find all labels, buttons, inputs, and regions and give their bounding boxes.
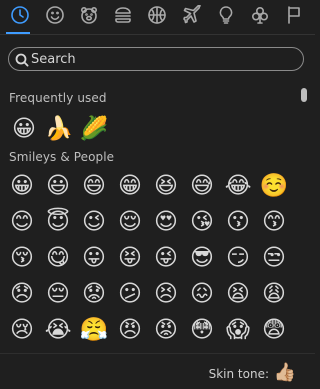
ball-icon — [147, 5, 167, 29]
tab-travel[interactable] — [175, 0, 209, 34]
emoji-cell[interactable]: 😇 — [44, 208, 72, 236]
emoji-cell[interactable]: 😠 — [116, 316, 144, 344]
bear-icon — [79, 5, 99, 29]
tab-symbols[interactable] — [243, 0, 277, 34]
emoji-cell[interactable]: 😊 — [8, 208, 36, 236]
clock-icon — [10, 5, 30, 29]
emoji-cell[interactable]: 😡 — [152, 316, 180, 344]
emoji-frequent-3[interactable]: 🌽 — [80, 115, 109, 143]
emoji-cell[interactable]: 😃 — [44, 172, 72, 200]
emoji-cell[interactable]: 😝 — [116, 244, 144, 272]
search-input[interactable] — [31, 50, 291, 68]
flag-icon — [284, 5, 304, 29]
emoji-cell[interactable]: 😱 — [224, 316, 252, 344]
emoji-cell[interactable]: 😄 — [80, 172, 108, 200]
emoji-cell[interactable]: 😖 — [188, 280, 216, 308]
emoji-cell[interactable]: 😚 — [8, 244, 36, 272]
tab-flags[interactable] — [277, 0, 311, 34]
emoji-cell[interactable]: 😫 — [224, 280, 252, 308]
emoji-cell[interactable]: 😟 — [80, 280, 108, 308]
tab-recent[interactable] — [3, 0, 37, 34]
emoji-cell[interactable]: 😨 — [260, 316, 288, 344]
search-box[interactable] — [8, 47, 304, 71]
scrollbar-thumb[interactable] — [301, 88, 307, 102]
category-tabs — [0, 0, 315, 35]
skin-tone-button[interactable]: 👍🏼 — [274, 361, 296, 383]
emoji-cell[interactable]: 😂 — [224, 172, 252, 200]
tab-objects[interactable] — [209, 0, 243, 34]
emoji-cell[interactable]: 😏 — [224, 244, 252, 272]
club-icon — [250, 5, 270, 29]
search-icon — [15, 52, 29, 67]
emoji-frequent-1[interactable]: 😀 — [10, 115, 38, 143]
emoji-frequent-2[interactable]: 🍌 — [45, 115, 74, 143]
section-title-frequent: Frequently used — [9, 91, 107, 105]
emoji-cell[interactable]: 😤 — [80, 316, 109, 344]
emoji-cell[interactable]: 😞 — [8, 280, 36, 308]
emoji-cell[interactable]: 😣 — [152, 280, 180, 308]
emoji-cell[interactable]: 😒 — [260, 244, 288, 272]
emoji-picker: Frequently used 😀 🍌 🌽 Smileys & People 😀… — [0, 0, 315, 388]
emoji-cell[interactable]: 😆 — [152, 172, 180, 200]
section-title-smileys: Smileys & People — [9, 150, 115, 164]
tab-animals[interactable] — [72, 0, 106, 34]
emoji-cell[interactable]: 😜 — [152, 244, 180, 272]
emoji-cell[interactable]: 😉 — [80, 208, 108, 236]
emoji-cell[interactable]: 😌 — [116, 208, 144, 236]
emoji-cell[interactable]: 😁 — [116, 172, 144, 200]
emoji-cell[interactable]: 😀 — [8, 172, 36, 200]
footer: Skin tone: 👍🏼 — [0, 353, 315, 389]
emoji-cell[interactable]: 😅 — [188, 172, 216, 200]
active-tab-indicator — [6, 32, 30, 34]
tab-activities[interactable] — [140, 0, 174, 34]
airplane-icon — [182, 4, 202, 29]
emoji-cell[interactable]: 😋 — [44, 244, 72, 272]
emoji-cell[interactable]: 😍 — [152, 208, 180, 236]
emoji-cell[interactable]: 😭 — [44, 316, 72, 344]
burger-icon — [113, 5, 133, 29]
emoji-cell[interactable]: 😕 — [116, 280, 144, 308]
smiley-icon — [45, 5, 65, 29]
emoji-cell[interactable]: 😘 — [188, 208, 216, 236]
emoji-cell[interactable]: 😙 — [260, 208, 288, 236]
tab-smileys[interactable] — [38, 0, 72, 34]
emoji-cell[interactable]: 😎 — [188, 244, 216, 272]
tab-food[interactable] — [106, 0, 140, 34]
skin-tone-label: Skin tone: — [208, 367, 269, 381]
emoji-cell[interactable]: 😛 — [80, 244, 108, 272]
lightbulb-icon — [216, 5, 236, 29]
emoji-cell[interactable]: 😳 — [188, 316, 216, 344]
emoji-cell[interactable]: ☺️ — [260, 172, 289, 200]
emoji-cell[interactable]: 😗 — [224, 208, 252, 236]
emoji-cell[interactable]: 😢 — [8, 316, 36, 344]
scrollbar-track[interactable] — [299, 89, 305, 339]
emoji-cell[interactable]: 😩 — [260, 280, 288, 308]
emoji-cell[interactable]: 😔 — [44, 280, 72, 308]
